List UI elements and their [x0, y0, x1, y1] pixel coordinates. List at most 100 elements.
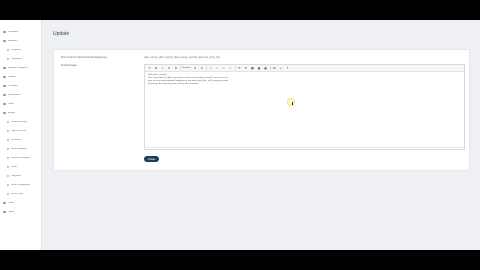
strikethrough-icon[interactable]: S: [173, 66, 178, 70]
sidebar-item[interactable]: Logout: [3, 210, 41, 214]
sidebar-item-label: Profile: [7, 202, 14, 204]
sidebar-item[interactable]: Social Login: [7, 192, 41, 196]
sidebar-item[interactable]: Logo & Favicon: [7, 129, 41, 133]
justify-icon[interactable]: ≡: [228, 66, 233, 70]
sidebar-item[interactable]: Email Templates: [7, 147, 41, 151]
sidebar-item-label: Social Login: [11, 193, 23, 195]
mouse-cursor-highlight: [287, 98, 295, 106]
nav-icon: [7, 166, 9, 168]
sidebar-item-label: Templates: [11, 49, 21, 51]
sidebar-item-label: Products: [7, 76, 17, 78]
code-icon[interactable]: </>: [272, 66, 277, 70]
page-title: Update: [53, 31, 70, 37]
sidebar-item-label: Customers: [7, 85, 19, 87]
sidebar-item[interactable]: Payment Gateways: [7, 156, 41, 160]
nav-icon: [7, 184, 9, 186]
sidebar-item[interactable]: Categories: [7, 57, 41, 61]
ordered-list-icon[interactable]: ☰: [237, 66, 242, 70]
nav-icon: [3, 93, 6, 97]
sidebar-item[interactable]: Settings: [3, 111, 41, 115]
sidebar-item[interactable]: Profile: [3, 201, 41, 205]
sidebar-item-label: Email Configuration: [11, 184, 31, 186]
text-color-icon[interactable]: A: [193, 66, 198, 70]
app-window: Dashboard Templates Templates Categories Tem…: [0, 20, 480, 250]
sidebar-item[interactable]: Currencies: [7, 138, 41, 142]
sidebar-item[interactable]: Customers: [3, 84, 41, 88]
sidebar-item-label: Logo & Favicon: [11, 130, 27, 132]
sidebar-item-label: Pages: [11, 166, 18, 168]
sidebar-item-label: Settings: [7, 112, 16, 114]
nav-icon: [3, 30, 6, 34]
toolbar-separator: [234, 66, 236, 70]
sidebar-item-label: Payment Gateways: [11, 157, 30, 159]
update-form-card: Short Codes for Dynamic Email Management…: [53, 49, 470, 171]
toolbar-separator: [269, 66, 271, 70]
nav-icon: [7, 139, 9, 141]
editor-line: Thank you for choosing {{site_name}}. Be…: [148, 83, 199, 85]
align-left-icon[interactable]: ≡: [208, 66, 213, 70]
nav-icon: [7, 175, 9, 177]
sidebar-item-label: Email Templates: [11, 148, 28, 150]
nav-icon: [3, 39, 6, 43]
nav-icon: [3, 75, 6, 79]
toolbar-separator: [205, 66, 207, 70]
nav-icon: [7, 130, 9, 132]
align-right-icon[interactable]: ≡: [221, 66, 226, 70]
shortcodes-label: Short Codes for Dynamic Email Management: [61, 57, 108, 59]
editor-resize-handle[interactable]: [145, 147, 464, 149]
nav-icon: [7, 193, 9, 195]
bullet-list-icon[interactable]: ☰: [243, 66, 248, 70]
sidebar-item[interactable]: Email Configuration: [7, 183, 41, 187]
email-message-label: Email Message: [61, 65, 77, 67]
sidebar-item[interactable]: Pages: [7, 165, 41, 169]
sidebar-item[interactable]: General Settings: [7, 120, 41, 124]
sidebar-item-label: Logout: [7, 211, 15, 213]
sidebar-item[interactable]: Templates: [7, 48, 41, 52]
update-button[interactable]: Update: [144, 156, 159, 162]
sidebar-item[interactable]: Language: [7, 174, 41, 178]
sidebar-item-label: Language: [11, 175, 21, 177]
main-content: Update Short Codes for Dynamic Email Man…: [42, 20, 480, 250]
nav-icon: [3, 111, 6, 115]
nav-icon: [3, 102, 6, 106]
sidebar: Dashboard Templates Templates Categories Tem…: [0, 20, 42, 250]
sidebar-item-label: General Settings: [11, 121, 28, 123]
shortcodes-value: {{site_name}}, {{first_name}}, {{last_na…: [144, 57, 220, 59]
nav-icon: [3, 210, 6, 214]
bold-icon[interactable]: B: [154, 66, 159, 70]
undo-icon[interactable]: ↶: [147, 66, 152, 70]
italic-icon[interactable]: I: [160, 66, 165, 70]
nav-icon: [7, 49, 9, 51]
sidebar-item-label: Template Categories: [7, 67, 28, 69]
editor-content[interactable]: Hello {{first_name}}, Your subscription t…: [148, 74, 462, 86]
sidebar-item-label: Categories: [11, 58, 22, 60]
nav-icon: [3, 201, 6, 205]
nav-icon: [7, 148, 9, 150]
sidebar-item-label: Subscriptions: [7, 94, 21, 96]
font-size-icon[interactable]: Normal ▾: [182, 66, 191, 70]
align-center-icon[interactable]: ≡: [215, 66, 220, 70]
image-icon[interactable]: ▣: [256, 66, 261, 70]
nav-icon: [3, 84, 6, 88]
nav-icon: [7, 121, 9, 123]
sidebar-item-label: Templates: [7, 40, 18, 42]
sidebar-item[interactable]: Orders: [3, 102, 41, 106]
highlight-icon[interactable]: A: [199, 66, 204, 70]
help-icon[interactable]: ?: [285, 66, 290, 70]
sidebar-item[interactable]: Dashboard: [3, 30, 41, 34]
sidebar-item[interactable]: Templates: [3, 39, 41, 43]
fullscreen-icon[interactable]: ⤢: [278, 66, 283, 70]
email-message-editor[interactable]: ↶ B I U S Normal ▾ A A ≡ ≡ ≡ ≡ ☰ ☰ ⛓ ▣ ▦ </> ⤢? Hello {{fi…: [144, 64, 465, 150]
nav-icon: [3, 66, 6, 70]
link-icon[interactable]: ⛓: [250, 66, 255, 70]
nav-icon: [7, 58, 9, 60]
table-icon[interactable]: ▦: [263, 66, 268, 70]
toolbar-separator: [179, 66, 181, 70]
editor-toolbar: ↶ B I U S Normal ▾ A A ≡ ≡ ≡ ≡ ☰ ☰ ⛓ ▣ ▦ </> ⤢?: [145, 65, 464, 72]
sidebar-item-label: Dashboard: [7, 31, 19, 33]
sidebar-item[interactable]: Subscriptions: [3, 93, 41, 97]
sidebar-item-label: Currencies: [11, 139, 22, 141]
sidebar-item[interactable]: Template Categories: [3, 66, 41, 70]
sidebar-item[interactable]: Products: [3, 75, 41, 79]
underline-icon[interactable]: U: [167, 66, 172, 70]
